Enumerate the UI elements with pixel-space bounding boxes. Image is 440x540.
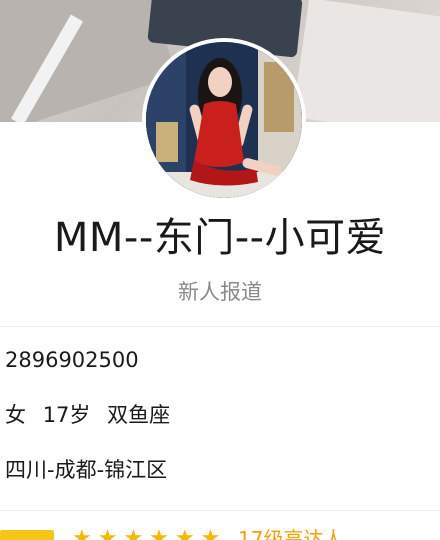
gender-text: 女 xyxy=(5,403,26,427)
profile-page: MM--东门--小可爱 新人报道 2896902500 女 17岁 双鱼座 四川… xyxy=(0,0,440,540)
avatar[interactable] xyxy=(142,38,306,202)
level-stars-icon: ★★★★★★ xyxy=(72,526,227,540)
profile-name: MM--东门--小可爱 xyxy=(53,215,387,261)
qq-number[interactable]: 2896902500 xyxy=(5,345,139,375)
divider xyxy=(0,510,440,511)
divider xyxy=(0,326,440,327)
level-text: 17级高达人 xyxy=(238,527,344,540)
location-text: 四川-成都-锦江区 xyxy=(5,458,168,482)
age-text: 17岁 xyxy=(42,403,91,427)
basic-info: 女 17岁 双鱼座 xyxy=(5,400,180,430)
level-badge xyxy=(0,530,54,540)
profile-subtitle: 新人报道 xyxy=(178,280,262,304)
zodiac-text: 双鱼座 xyxy=(107,403,171,427)
avatar-image xyxy=(146,42,302,198)
level-row[interactable]: ★★★★★★ 17级高达人 xyxy=(0,524,440,540)
